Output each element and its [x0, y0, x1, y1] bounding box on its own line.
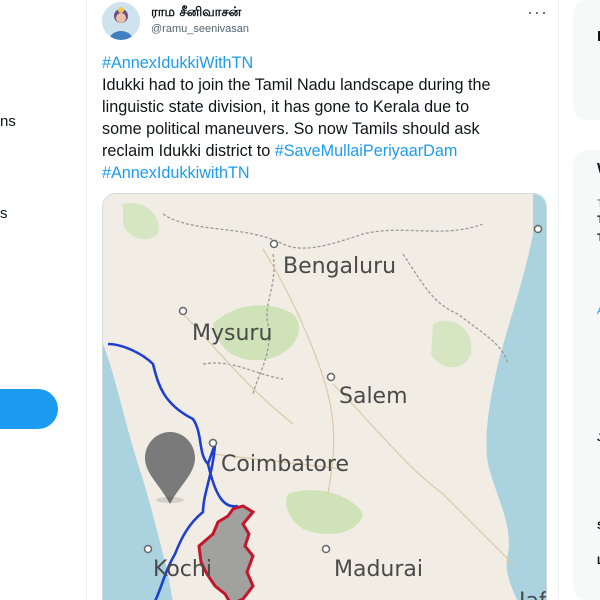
city-label-coimbatore: Coimbatore	[221, 452, 349, 477]
city-marker	[269, 239, 279, 249]
hashtag-link[interactable]: #AnnexIdukkiwithTN	[102, 164, 250, 182]
user-handle[interactable]: @ramu_seenivasan	[151, 23, 249, 35]
city-marker	[326, 372, 336, 382]
right-sidebar: I W T T T A J S L	[573, 0, 600, 600]
tweet-text-line: some political maneuvers. So now Tamils …	[102, 120, 480, 138]
city-label-jaffna: Jaf	[517, 589, 547, 600]
city-marker	[533, 224, 543, 234]
search-panel	[573, 0, 600, 120]
tweet-button[interactable]	[0, 389, 58, 429]
tweet-column: ராம சீனிவாசன் @ramu_seenivasan ··· #Anne…	[86, 0, 559, 600]
city-label-salem: Salem	[339, 384, 408, 409]
hashtag-link[interactable]: #SaveMullaiPeriyaarDam	[275, 142, 458, 160]
city-marker	[321, 544, 331, 554]
more-options-button[interactable]: ···	[527, 2, 548, 23]
city-marker	[178, 306, 188, 316]
city-marker	[143, 544, 153, 554]
left-navigation: ns s	[0, 0, 86, 600]
city-label-bengaluru: Bengaluru	[283, 254, 396, 279]
map-image[interactable]: Bengaluru Mysuru Salem Coimbatore Kochi …	[102, 193, 547, 600]
tweet-text-line: reclaim Idukki district to	[102, 142, 275, 160]
tweet-text-line: linguistic state division, it has gone t…	[102, 98, 470, 116]
display-name[interactable]: ராம சீனிவாசன்	[151, 5, 241, 21]
city-label-madurai: Madurai	[334, 557, 423, 582]
nav-item-fragment[interactable]: s	[0, 205, 8, 222]
city-label-kochi: Kochi	[153, 557, 212, 582]
avatar[interactable]	[102, 2, 140, 40]
trends-panel	[573, 150, 600, 600]
tweet-text: #AnnexIdukkiWithTN Idukki had to join th…	[102, 52, 554, 184]
nav-item-fragment[interactable]: ns	[0, 113, 16, 130]
tweet-text-line: Idukki had to join the Tamil Nadu landsc…	[102, 76, 491, 94]
city-label-mysuru: Mysuru	[192, 321, 272, 346]
city-marker	[208, 438, 218, 448]
hashtag-link[interactable]: #AnnexIdukkiWithTN	[102, 54, 253, 72]
